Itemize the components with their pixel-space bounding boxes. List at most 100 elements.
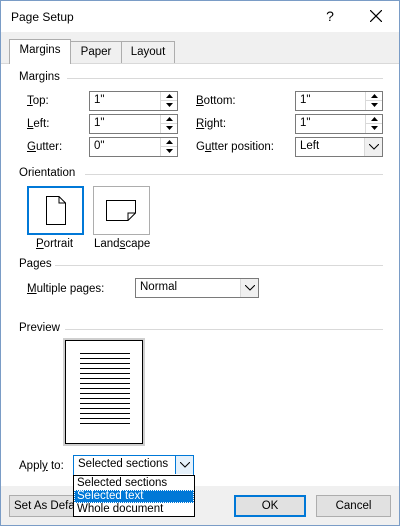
right-decrement-button[interactable] <box>366 124 382 133</box>
apply-to-options-list: Selected sections Selected text Whole do… <box>73 475 195 517</box>
preview-line <box>80 403 130 404</box>
close-button[interactable] <box>359 3 393 29</box>
spinner-arrows <box>365 115 382 133</box>
bottom-increment-button[interactable] <box>366 92 382 101</box>
preview-line <box>80 353 130 354</box>
orientation-rule <box>85 174 383 175</box>
right-increment-button[interactable] <box>366 115 382 124</box>
left-increment-button[interactable] <box>161 115 177 124</box>
pages-group-label: Pages <box>19 258 52 270</box>
landscape-page-icon <box>106 200 136 221</box>
apply-to-select[interactable]: Selected sections <box>73 455 194 476</box>
apply-to-value: Selected sections <box>78 458 169 470</box>
left-margin-value[interactable]: 1" <box>94 117 104 129</box>
bottom-margin-value[interactable]: 1" <box>300 94 310 106</box>
left-label: Left: <box>27 118 50 130</box>
page-preview <box>65 340 143 444</box>
bottom-decrement-button[interactable] <box>366 101 382 110</box>
multiple-pages-dropdown-button[interactable] <box>240 279 258 297</box>
gutter-position-label: Gutter position: <box>196 141 275 153</box>
portrait-page-icon <box>46 196 66 225</box>
margins-group-label: Margins <box>19 71 60 83</box>
spin-down-icon <box>371 103 378 107</box>
top-margin-spinner[interactable]: 1" <box>89 91 178 111</box>
spin-down-icon <box>166 103 173 107</box>
tab-paper[interactable]: Paper <box>70 41 122 63</box>
spinner-arrows <box>160 92 177 110</box>
multiple-pages-select[interactable]: Normal <box>135 278 259 298</box>
preview-group-label: Preview <box>19 322 60 334</box>
pages-rule <box>55 265 383 266</box>
spin-down-icon <box>371 126 378 130</box>
preview-line <box>80 373 130 374</box>
chevron-down-icon <box>180 462 190 468</box>
spin-up-icon <box>371 117 378 121</box>
spin-up-icon <box>166 94 173 98</box>
preview-line <box>80 398 130 399</box>
spinner-arrows <box>160 138 177 156</box>
apply-to-dropdown-button[interactable] <box>175 456 193 474</box>
gutter-position-select[interactable]: Left <box>295 137 383 157</box>
dialog-title: Page Setup <box>11 10 74 24</box>
portrait-label: Portrait <box>36 238 74 250</box>
left-decrement-button[interactable] <box>161 124 177 133</box>
page-setup-dialog: Page Setup ? Margins Paper Layout Margin… <box>0 0 400 526</box>
margins-rule <box>67 78 383 79</box>
gutter-position-value: Left <box>300 140 320 152</box>
gutter-label: Gutter: <box>27 141 63 153</box>
help-button[interactable]: ? <box>313 3 347 29</box>
multiple-pages-label: Multiple pages: <box>27 283 105 295</box>
option-selected-text[interactable]: Selected text <box>74 490 194 503</box>
option-whole-document[interactable]: Whole document <box>74 503 194 516</box>
cancel-button[interactable]: Cancel <box>316 495 391 517</box>
gutter-increment-button[interactable] <box>161 138 177 147</box>
spin-up-icon <box>371 94 378 98</box>
chevron-down-icon <box>245 285 255 291</box>
portrait-option[interactable] <box>27 186 84 235</box>
title-bar: Page Setup ? <box>1 1 399 32</box>
left-margin-spinner[interactable]: 1" <box>89 114 178 134</box>
preview-line <box>80 413 130 414</box>
top-label: Top: <box>27 95 49 107</box>
spinner-arrows <box>365 92 382 110</box>
preview-rule <box>65 329 383 330</box>
preview-line <box>80 408 130 409</box>
landscape-label: Landscape <box>94 238 151 250</box>
preview-line <box>80 383 130 384</box>
right-margin-spinner[interactable]: 1" <box>295 114 383 134</box>
apply-to-label: Apply to: <box>19 460 64 472</box>
gutter-spinner[interactable]: 0" <box>89 137 178 157</box>
option-selected-sections[interactable]: Selected sections <box>74 477 194 490</box>
ok-button[interactable]: OK <box>234 495 306 517</box>
bottom-margin-spinner[interactable]: 1" <box>295 91 383 111</box>
gutter-decrement-button[interactable] <box>161 147 177 156</box>
preview-line <box>80 388 130 389</box>
spin-up-icon <box>166 140 173 144</box>
right-label: Right: <box>196 118 227 130</box>
preview-line <box>80 393 130 394</box>
preview-line <box>80 418 130 419</box>
spin-down-icon <box>166 149 173 153</box>
spin-down-icon <box>166 126 173 130</box>
tab-layout[interactable]: Layout <box>121 41 175 63</box>
gutter-value[interactable]: 0" <box>94 140 104 152</box>
top-margin-value[interactable]: 1" <box>94 94 104 106</box>
spinner-arrows <box>160 115 177 133</box>
gutter-position-dropdown-button[interactable] <box>364 138 382 156</box>
tab-margins[interactable]: Margins <box>9 39 71 64</box>
preview-line <box>80 363 130 364</box>
preview-line <box>80 423 130 424</box>
landscape-option[interactable] <box>93 186 150 235</box>
top-decrement-button[interactable] <box>161 101 177 110</box>
chevron-down-icon <box>369 144 379 150</box>
bottom-label: Bottom: <box>196 95 236 107</box>
spin-up-icon <box>166 117 173 121</box>
preview-line <box>80 358 130 359</box>
top-increment-button[interactable] <box>161 92 177 101</box>
multiple-pages-value: Normal <box>140 281 178 293</box>
right-margin-value[interactable]: 1" <box>300 117 310 129</box>
close-icon <box>370 10 382 22</box>
preview-line <box>80 378 130 379</box>
preview-line <box>80 368 130 369</box>
orientation-group-label: Orientation <box>19 167 76 179</box>
